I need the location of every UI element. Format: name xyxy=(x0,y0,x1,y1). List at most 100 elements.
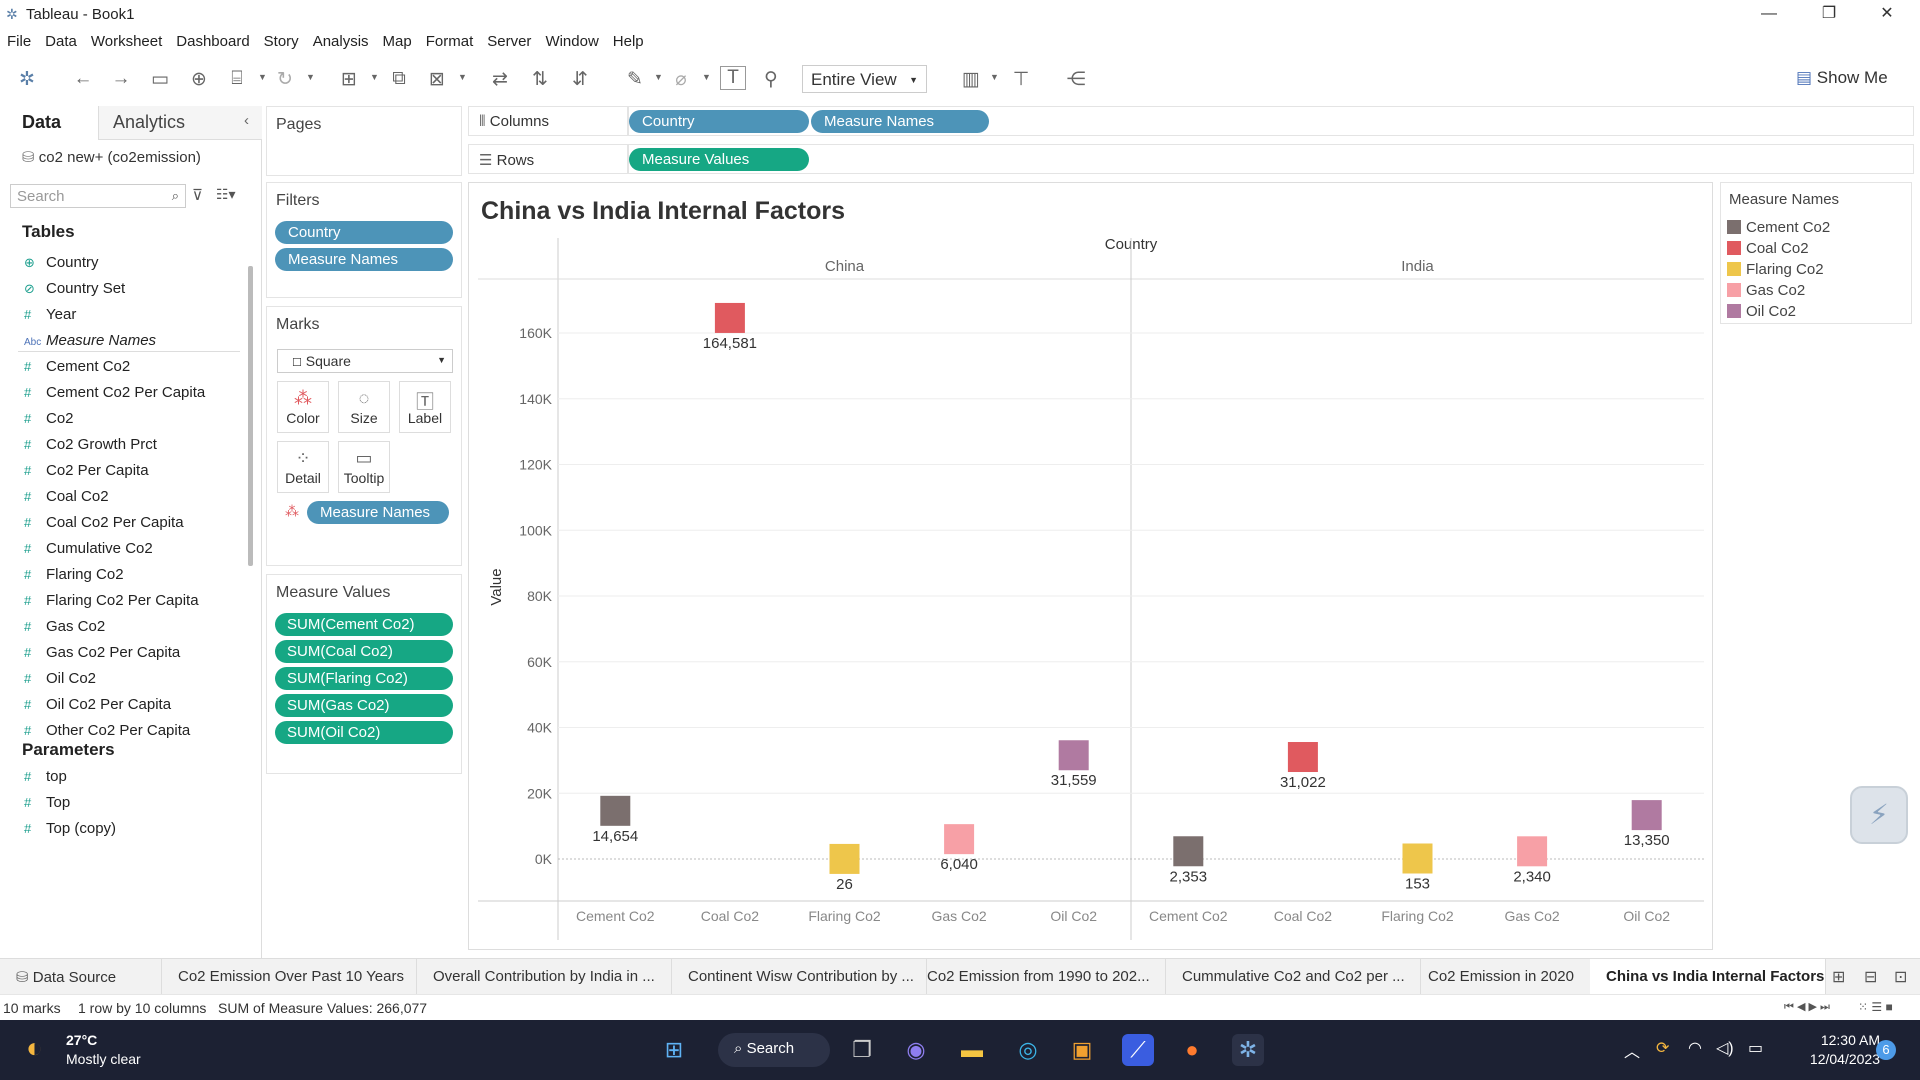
collapse-pane-icon[interactable]: ‹ xyxy=(244,112,249,129)
field-item[interactable]: # Flaring Co2 xyxy=(24,566,244,592)
parameter-item[interactable]: # top xyxy=(24,768,244,794)
dropdown-icon[interactable]: ▼ xyxy=(258,72,267,82)
field-item[interactable]: ⊕ Country xyxy=(24,254,244,280)
windows-start-icon[interactable]: ⊞ xyxy=(658,1034,690,1066)
filters-card[interactable]: Filters Country Measure Names xyxy=(266,182,462,298)
parameter-item[interactable]: # Top xyxy=(24,794,244,820)
menu-story[interactable]: Story xyxy=(257,28,306,50)
marks-detail-button[interactable]: ⁘ Detail xyxy=(277,441,329,493)
field-item[interactable]: # Gas Co2 xyxy=(24,618,244,644)
undo-icon[interactable]: ← xyxy=(70,68,96,90)
new-worksheet-icon[interactable]: ⊞ xyxy=(336,68,362,91)
field-item[interactable]: # Cumulative Co2 xyxy=(24,540,244,566)
sheet-tab[interactable]: Co2 Emission from 1990 to 202... xyxy=(911,959,1166,995)
filter-pill-country[interactable]: Country xyxy=(275,221,453,244)
legend-item[interactable]: Cement Co2 xyxy=(1727,219,1830,236)
app-icon[interactable]: ⟋ xyxy=(1122,1034,1154,1066)
rows-shelf[interactable]: Measure Values xyxy=(628,144,1914,174)
sheet-tab[interactable]: Cummulative Co2 and Co2 per ... xyxy=(1166,959,1421,995)
menu-worksheet[interactable]: Worksheet xyxy=(84,28,169,50)
weather-icon[interactable]: ◐ xyxy=(26,1032,43,1064)
swap-icon[interactable]: ⇄ xyxy=(487,68,513,91)
sort-ascending-icon[interactable]: ⇅ xyxy=(527,68,553,91)
presentation-mode-icon[interactable]: ⊤ xyxy=(1008,68,1034,91)
sheet-tab[interactable]: Co2 Emission Over Past 10 Years xyxy=(162,959,417,995)
menu-analysis[interactable]: Analysis xyxy=(306,28,376,50)
menu-map[interactable]: Map xyxy=(376,28,419,50)
share-icon[interactable]: ⋲ xyxy=(1063,68,1089,91)
sheet-tab[interactable]: Continent Wisw Contribution by ... xyxy=(672,959,927,995)
redo-icon[interactable]: → xyxy=(108,68,134,90)
menu-window[interactable]: Window xyxy=(538,28,605,50)
duplicate-icon[interactable]: ⧉ xyxy=(386,68,412,90)
marks-pill-measure-names[interactable]: Measure Names xyxy=(307,501,449,524)
pause-updates-icon[interactable]: ⌸ xyxy=(224,68,250,90)
show-labels-icon[interactable]: T xyxy=(720,66,746,90)
clock-date[interactable]: 12/04/2023 xyxy=(1792,1051,1880,1067)
minimize-icon[interactable]: — xyxy=(1746,2,1792,26)
field-item[interactable]: ⊘ Country Set xyxy=(24,280,244,306)
field-item[interactable]: # Coal Co2 Per Capita xyxy=(24,514,244,540)
save-icon[interactable]: ▭ xyxy=(147,68,173,91)
field-list-scrollbar[interactable] xyxy=(248,266,253,566)
field-item[interactable]: # Year xyxy=(24,306,244,332)
color-legend[interactable]: Measure Names Cement Co2 Coal Co2 Flaring … xyxy=(1720,182,1912,324)
tableau-logo-icon[interactable]: ✲ xyxy=(14,68,40,91)
menu-file[interactable]: File xyxy=(0,28,38,50)
dropdown-icon[interactable]: ▼ xyxy=(654,72,663,82)
tab-data[interactable]: Data xyxy=(22,112,61,133)
highlight-icon[interactable]: ✎ xyxy=(622,68,648,91)
visualization-pane[interactable]: China vs India Internal Factors Country C… xyxy=(468,182,1713,950)
marks-size-button[interactable]: ◌ Size xyxy=(338,381,390,433)
legend-item[interactable]: Flaring Co2 xyxy=(1727,261,1824,278)
new-data-source-icon[interactable]: ⊕ xyxy=(186,68,212,91)
group-icon[interactable]: ⌀ xyxy=(668,68,694,91)
menu-dashboard[interactable]: Dashboard xyxy=(169,28,256,50)
chevron-up-icon[interactable]: ︿ xyxy=(1624,1038,1640,1062)
battery-icon[interactable]: ▭ xyxy=(1748,1038,1763,1058)
parameter-item[interactable]: # Top (copy) xyxy=(24,820,244,846)
measure-pill-gas[interactable]: SUM(Gas Co2) xyxy=(275,694,453,717)
fit-dropdown[interactable]: Entire View ▼ xyxy=(802,65,927,93)
close-icon[interactable]: ✕ xyxy=(1864,2,1910,26)
measure-pill-coal[interactable]: SUM(Coal Co2) xyxy=(275,640,453,663)
pages-card[interactable]: Pages xyxy=(266,106,462,176)
field-item[interactable]: # Coal Co2 xyxy=(24,488,244,514)
task-view-icon[interactable]: ❐ xyxy=(846,1034,878,1066)
measure-pill-flaring[interactable]: SUM(Flaring Co2) xyxy=(275,667,453,690)
field-item[interactable]: # Cement Co2 xyxy=(24,358,244,384)
new-dashboard-tab-icon[interactable]: ⊟ xyxy=(1864,967,1877,987)
firefox-icon[interactable]: ● xyxy=(1176,1034,1208,1066)
file-explorer-icon[interactable]: ▬ xyxy=(956,1034,988,1066)
columns-shelf[interactable]: Country Measure Names xyxy=(628,106,1914,136)
dropdown-icon[interactable]: ▼ xyxy=(306,72,315,82)
menu-data[interactable]: Data xyxy=(38,28,84,50)
refresh-icon[interactable]: ↻ xyxy=(272,68,298,91)
view-sorter-icon[interactable]: ⁙ ☰ ■ xyxy=(1858,1000,1893,1014)
legend-item[interactable]: Coal Co2 xyxy=(1727,240,1809,257)
view-options-icon[interactable]: ☷▾ xyxy=(216,186,236,203)
sheet-tab[interactable]: Overall Contribution by India in ... xyxy=(417,959,672,995)
clear-sheet-icon[interactable]: ⊠ xyxy=(424,68,450,91)
field-item[interactable]: # Co2 Per Capita xyxy=(24,462,244,488)
floating-assistant-button[interactable]: ⚡ xyxy=(1850,786,1908,844)
field-item[interactable]: # Co2 xyxy=(24,410,244,436)
new-worksheet-tab-icon[interactable]: ⊞ xyxy=(1832,967,1845,987)
filter-pill-measure-names[interactable]: Measure Names xyxy=(275,248,453,271)
field-item[interactable]: # Flaring Co2 Per Capita xyxy=(24,592,244,618)
dropdown-icon[interactable]: ▼ xyxy=(702,72,711,82)
field-item[interactable]: # Cement Co2 Per Capita xyxy=(24,384,244,410)
chat-icon[interactable]: ◉ xyxy=(900,1034,932,1066)
clock-time[interactable]: 12:30 AM xyxy=(1792,1032,1880,1048)
filter-fields-icon[interactable]: ⊽ xyxy=(192,186,203,204)
dropdown-icon[interactable]: ▼ xyxy=(370,72,379,82)
new-story-tab-icon[interactable]: ⊡ xyxy=(1894,967,1907,987)
sort-descending-icon[interactable]: ⇵ xyxy=(567,68,593,91)
field-item[interactable]: # Oil Co2 Per Capita xyxy=(24,696,244,722)
dropdown-icon[interactable]: ▼ xyxy=(990,72,999,82)
field-item[interactable]: # Gas Co2 Per Capita xyxy=(24,644,244,670)
sheet-tab-active[interactable]: China vs India Internal Factors xyxy=(1590,959,1826,995)
field-search-input[interactable]: Search ⌕ xyxy=(10,184,186,208)
show-cards-icon[interactable]: ▥ xyxy=(958,68,984,91)
menu-help[interactable]: Help xyxy=(606,28,651,50)
